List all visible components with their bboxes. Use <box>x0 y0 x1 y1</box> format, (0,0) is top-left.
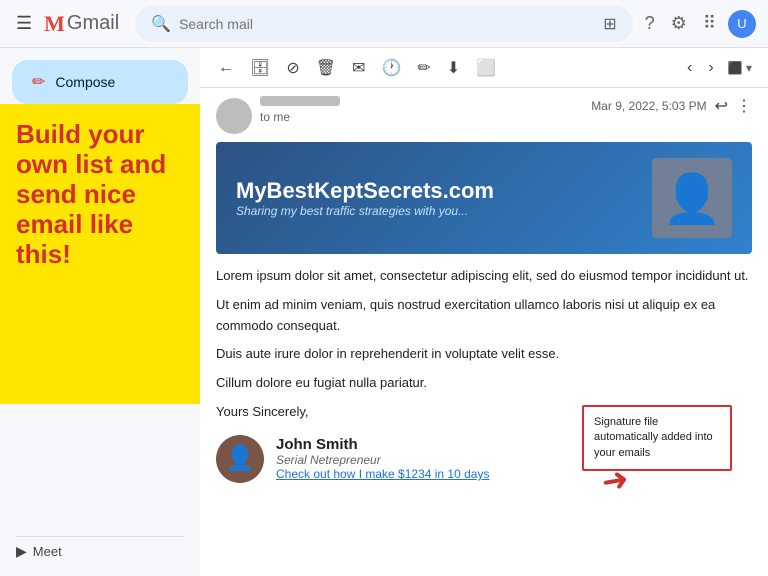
signature-wrapper: 👤 John Smith Serial Netrepreneur Check o… <box>216 435 752 483</box>
prev-page-icon[interactable]: ‹ <box>681 55 698 81</box>
view-toggle[interactable]: ⬛ ▾ <box>724 61 756 75</box>
email-date-row: Mar 9, 2022, 5:03 PM ↩ ⋮ <box>591 96 752 116</box>
sidebar: ✏ Compose Mail 📥 Inbox 3 🕐 Snoozed ℹ 21 <box>0 48 200 576</box>
header-actions: ? ⚙ ⠿ U <box>641 9 756 38</box>
toolbar-right: ‹ › ⬛ ▾ <box>681 55 756 81</box>
search-icon: 🔍 <box>151 14 171 34</box>
avatar[interactable]: U <box>728 10 756 38</box>
edit-icon[interactable]: ✏ <box>411 54 436 82</box>
email-view: to me Mar 9, 2022, 5:03 PM ↩ ⋮ MyBestKep… <box>200 88 768 576</box>
next-page-icon[interactable]: › <box>702 55 719 81</box>
popout-icon[interactable]: ⬜ <box>470 54 502 82</box>
email-area: ← 🗄 ⊘ 🗑 ✉ 🕐 ✏ ⬇ ⬜ ‹ › ⬛ ▾ <box>200 48 768 576</box>
banner-text: MyBestKeptSecrets.com Sharing my best tr… <box>236 178 494 218</box>
sig-info: John Smith Serial Netrepreneur Check out… <box>276 436 489 481</box>
menu-icon[interactable]: ☰ <box>12 9 36 38</box>
email-header-row: to me Mar 9, 2022, 5:03 PM ↩ ⋮ <box>216 96 752 134</box>
compose-label: Compose <box>55 74 115 90</box>
help-icon[interactable]: ? <box>641 9 659 38</box>
sender-avatar <box>216 98 252 134</box>
sig-name: John Smith <box>276 436 489 453</box>
yellow-overlay: Build your own list and send nice email … <box>0 104 200 404</box>
compose-icon: ✏ <box>32 72 45 92</box>
filter-icon[interactable]: ⊞ <box>603 14 616 34</box>
banner-title: MyBestKeptSecrets.com <box>236 178 494 204</box>
email-banner: MyBestKeptSecrets.com Sharing my best tr… <box>216 142 752 254</box>
person-icon: 👤 <box>662 170 722 227</box>
meet-label: Meet <box>33 544 62 559</box>
body-p4: Cillum dolore eu fugiat nulla pariatur. <box>216 373 752 394</box>
sig-callout-wrapper: Signature file automatically added into … <box>582 405 732 501</box>
gmail-m-icon: M <box>44 11 65 37</box>
sender-name <box>260 96 583 106</box>
chevron-right-icon: ▶ <box>16 543 27 560</box>
sig-avatar: 👤 <box>216 435 264 483</box>
snooze-icon[interactable]: 🕐 <box>375 54 407 82</box>
more-options-icon[interactable]: ⋮ <box>736 96 752 116</box>
body-p3: Duis aute irure dolor in reprehenderit i… <box>216 344 752 365</box>
archive-icon[interactable]: 🗄 <box>244 54 276 82</box>
email-toolbar: ← 🗄 ⊘ 🗑 ✉ 🕐 ✏ ⬇ ⬜ ‹ › ⬛ ▾ <box>200 48 768 88</box>
envelope-icon[interactable]: ✉ <box>346 54 371 82</box>
body-p2: Ut enim ad minim veniam, quis nostrud ex… <box>216 295 752 337</box>
reply-icon[interactable]: ↩ <box>715 96 728 116</box>
email-meta: to me <box>260 96 583 124</box>
sig-title: Serial Netrepreneur <box>276 453 489 467</box>
settings-icon[interactable]: ⚙ <box>667 9 691 38</box>
spam-icon[interactable]: ⊘ <box>280 54 305 82</box>
back-icon[interactable]: ← <box>212 55 240 81</box>
app-header: ☰ M Gmail 🔍 ⊞ ? ⚙ ⠿ U <box>0 0 768 48</box>
apps-icon[interactable]: ⠿ <box>699 9 720 38</box>
meet-row[interactable]: ▶ Meet <box>16 536 184 560</box>
sender-name-bar <box>260 96 340 106</box>
meet-section: ▶ Meet <box>0 536 200 560</box>
sig-link[interactable]: Check out how I make $1234 in 10 days <box>276 467 489 481</box>
delete-icon[interactable]: 🗑 <box>310 54 342 82</box>
search-bar[interactable]: 🔍 ⊞ <box>135 6 633 42</box>
yellow-text: Build your own list and send nice email … <box>16 120 194 269</box>
gmail-logo: M Gmail <box>44 11 119 37</box>
compose-button[interactable]: ✏ Compose <box>12 60 188 104</box>
search-input[interactable] <box>179 16 595 32</box>
body-p1: Lorem ipsum dolor sit amet, consectetur … <box>216 266 752 287</box>
email-to: to me <box>260 110 583 124</box>
email-date: Mar 9, 2022, 5:03 PM <box>591 99 706 113</box>
sig-callout: Signature file automatically added into … <box>582 405 732 471</box>
gmail-text: Gmail <box>67 12 119 35</box>
banner-subtitle: Sharing my best traffic strategies with … <box>236 204 494 218</box>
main-layout: ✏ Compose Mail 📥 Inbox 3 🕐 Snoozed ℹ 21 <box>0 48 768 576</box>
banner-person-image: 👤 <box>652 158 732 238</box>
download-icon[interactable]: ⬇ <box>441 54 466 82</box>
email-body: Lorem ipsum dolor sit amet, consectetur … <box>216 266 752 423</box>
